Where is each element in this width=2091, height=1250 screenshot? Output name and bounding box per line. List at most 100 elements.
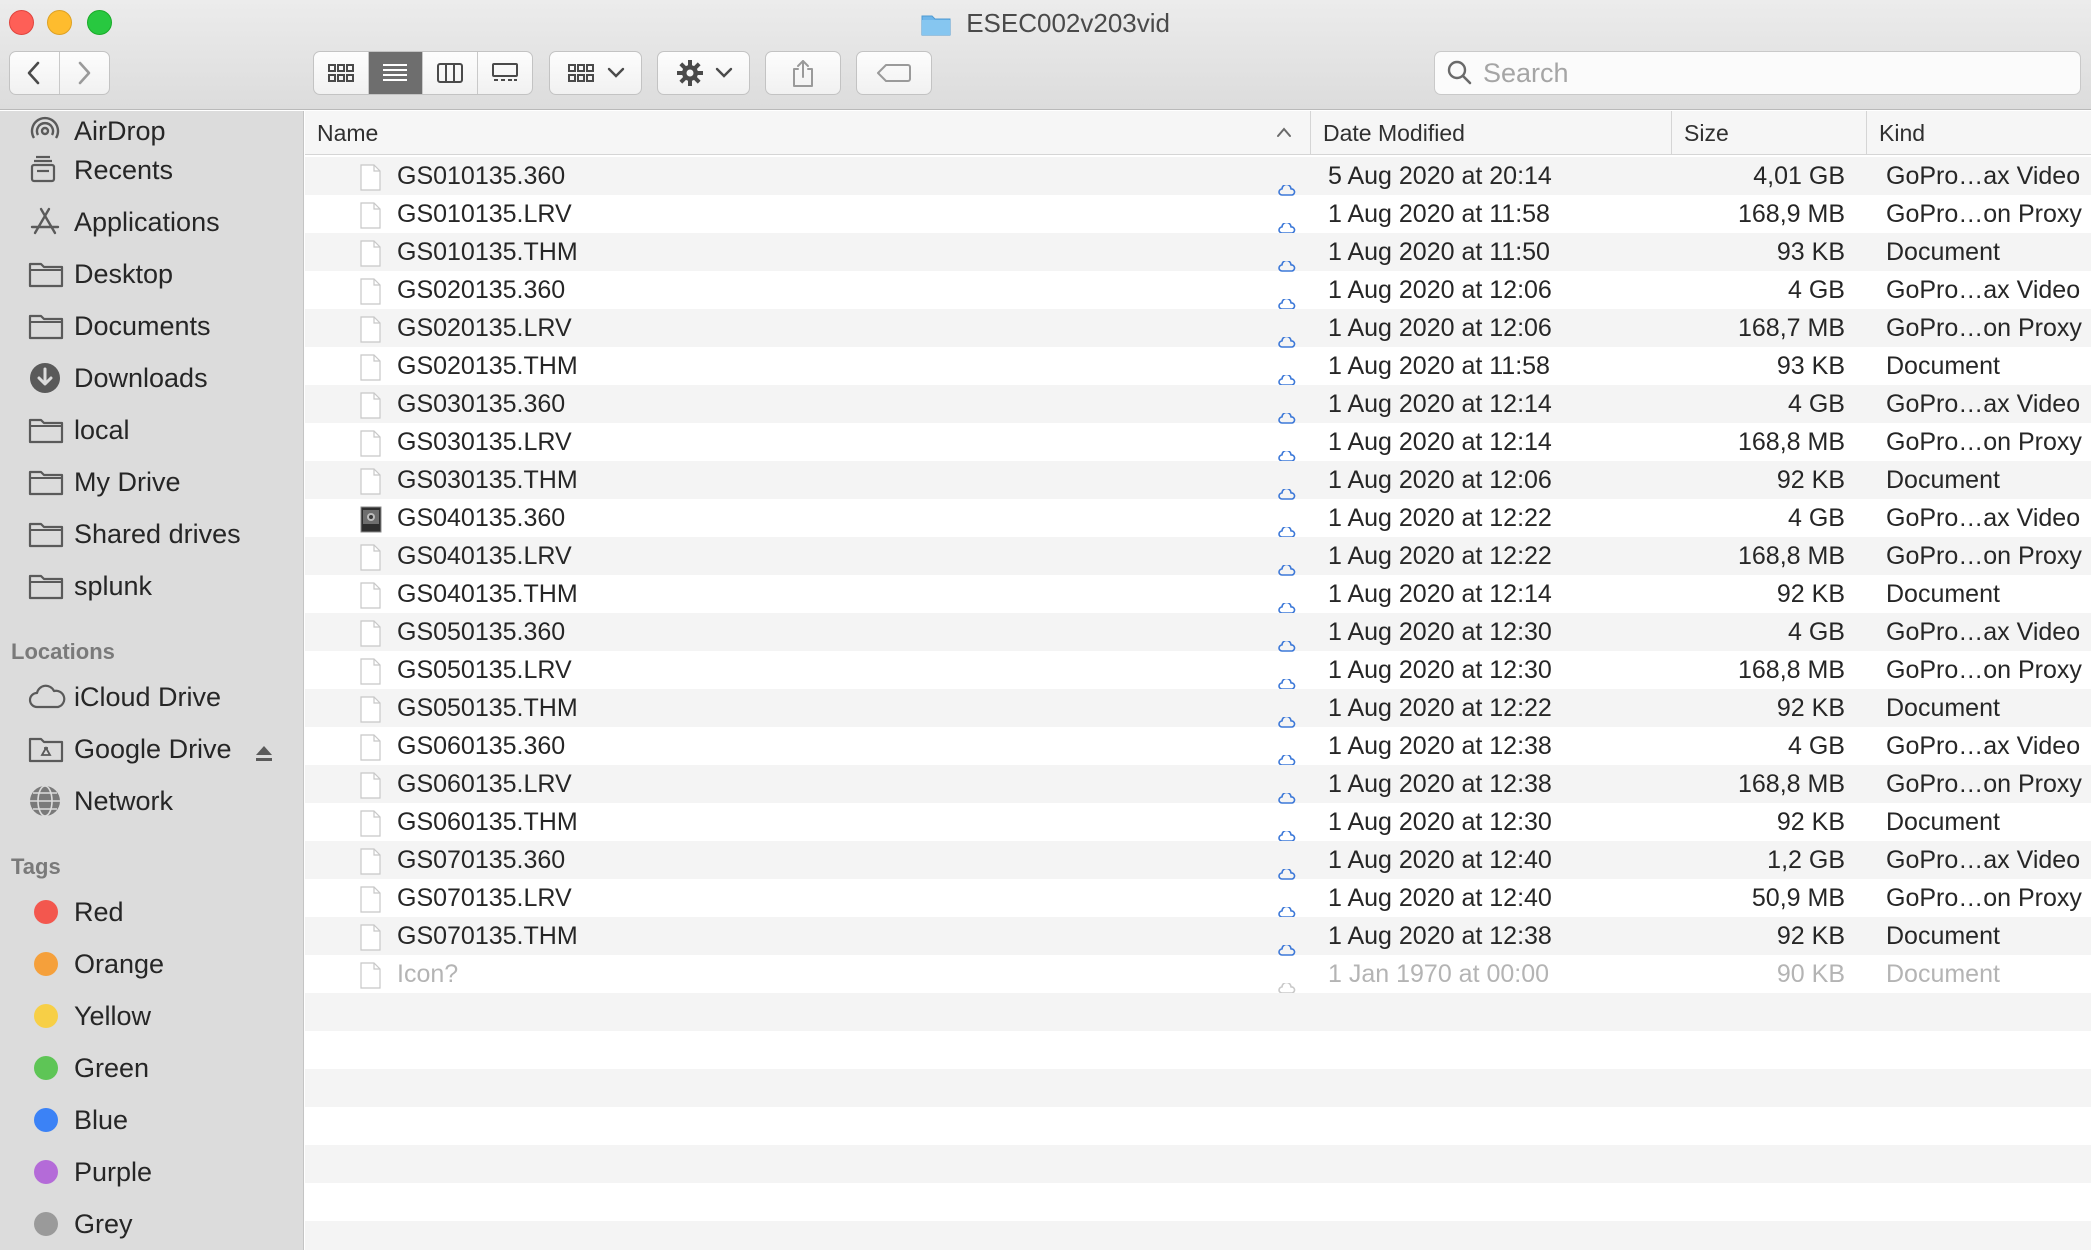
- file-row[interactable]: GS050135.360 1 Aug 2020 at 12:30 4 GB GoPro…: [305, 613, 2091, 652]
- back-button[interactable]: [10, 52, 60, 94]
- sidebar-item-my-drive[interactable]: My Drive: [0, 460, 303, 504]
- file-kind: GoPro…on Proxy: [1886, 770, 2082, 798]
- file-name: GS010135.LRV: [397, 200, 572, 228]
- green-tag-icon: [34, 1056, 58, 1080]
- sidebar-tag-grey[interactable]: Grey: [0, 1202, 303, 1246]
- share-icon: [793, 60, 813, 87]
- folder-icon: [28, 465, 66, 499]
- file-size: 168,8 MB: [1737, 428, 1845, 456]
- file-date-modified: 1 Aug 2020 at 12:38: [1328, 770, 1552, 798]
- file-row[interactable]: GS030135.LRV 1 Aug 2020 at 12:14 168,8 MB G…: [305, 423, 2091, 462]
- sidebar-item-splunk[interactable]: splunk: [0, 564, 303, 608]
- window-title-text: ESEC002v203vid: [966, 8, 1171, 38]
- file-row[interactable]: GS050135.LRV 1 Aug 2020 at 12:30 168,8 MB G…: [305, 651, 2091, 690]
- file-row[interactable]: Icon? 1 Jan 1970 at 00:00 90 KB Document: [305, 955, 2091, 994]
- sidebar-tag-red[interactable]: Red: [0, 890, 303, 934]
- file-size: 168,8 MB: [1737, 770, 1845, 798]
- icon-view-button[interactable]: [314, 52, 369, 94]
- file-row[interactable]: GS070135.LRV 1 Aug 2020 at 12:40 50,9 MB Go…: [305, 879, 2091, 918]
- list-icon: [383, 64, 408, 81]
- sidebar-item-network[interactable]: Network: [0, 779, 303, 823]
- sidebar-item-label: local: [74, 414, 130, 445]
- action-menu-button[interactable]: [657, 51, 750, 95]
- applications-icon: [28, 205, 66, 239]
- file-row[interactable]: GS060135.THM 1 Aug 2020 at 12:30 92 KB Docu…: [305, 803, 2091, 842]
- folder-icon: [28, 413, 66, 447]
- document-icon: [360, 848, 381, 875]
- sidebar-item-desktop[interactable]: Desktop: [0, 252, 303, 296]
- sidebar-item-label: Shared drives: [74, 518, 241, 549]
- file-row[interactable]: GS040135.LRV 1 Aug 2020 at 12:22 168,8 MB G…: [305, 537, 2091, 576]
- sidebar-item-icloud-drive[interactable]: iCloud Drive: [0, 675, 303, 719]
- file-row[interactable]: GS020135.THM 1 Aug 2020 at 11:58 93 KB Docu…: [305, 347, 2091, 386]
- sidebar-item-local[interactable]: local: [0, 408, 303, 452]
- file-date-modified: 1 Aug 2020 at 12:14: [1328, 580, 1552, 608]
- file-kind: Document: [1886, 694, 2000, 722]
- file-kind: GoPro…on Proxy: [1886, 884, 2082, 912]
- sidebar-item-label: Purple: [74, 1156, 153, 1187]
- column-header-name[interactable]: Name: [305, 111, 1310, 155]
- file-row[interactable]: GS010135.LRV 1 Aug 2020 at 11:58 168,9 MB G…: [305, 195, 2091, 234]
- sidebar-item-label: Network: [74, 785, 174, 816]
- file-row[interactable]: GS030135.THM 1 Aug 2020 at 12:06 92 KB Docu…: [305, 461, 2091, 500]
- file-size: 4 GB: [1788, 390, 1845, 418]
- columns-icon: [436, 63, 463, 83]
- sidebar-item-recents[interactable]: Recents: [0, 148, 303, 192]
- file-row[interactable]: GS020135.360 1 Aug 2020 at 12:06 4 GB GoPro…: [305, 271, 2091, 310]
- sidebar-item-label: iCloud Drive: [74, 681, 222, 712]
- sidebar-item-downloads[interactable]: Downloads: [0, 356, 303, 400]
- column-header-kind[interactable]: Kind: [1866, 111, 2091, 155]
- file-kind: GoPro…ax Video: [1886, 390, 2081, 418]
- sidebar-item-airdrop[interactable]: AirDrop: [0, 111, 303, 153]
- forward-button[interactable]: [60, 52, 110, 94]
- document-icon: [360, 772, 381, 799]
- file-date-modified: 1 Aug 2020 at 12:06: [1328, 314, 1552, 342]
- file-row[interactable]: GS060135.360 1 Aug 2020 at 12:38 4 GB GoPro…: [305, 727, 2091, 766]
- file-size: 168,7 MB: [1737, 314, 1845, 342]
- file-row[interactable]: GS070135.360 1 Aug 2020 at 12:40 1,2 GB GoP…: [305, 841, 2091, 880]
- file-row[interactable]: GS060135.LRV 1 Aug 2020 at 12:38 168,8 MB G…: [305, 765, 2091, 804]
- sidebar-tag-green[interactable]: Green: [0, 1046, 303, 1090]
- sidebar-item-label: Red: [74, 896, 124, 927]
- file-row[interactable]: GS040135.THM 1 Aug 2020 at 12:14 92 KB Docu…: [305, 575, 2091, 614]
- document-icon: [360, 658, 381, 685]
- file-row[interactable]: GS050135.THM 1 Aug 2020 at 12:22 92 KB Docu…: [305, 689, 2091, 728]
- file-name: GS010135.THM: [397, 238, 578, 266]
- file-list: Name Date Modified Size Kind GS010135.36…: [305, 111, 2091, 1250]
- gallery-view-button[interactable]: [478, 52, 533, 94]
- column-header-date-modified[interactable]: Date Modified: [1310, 111, 1676, 155]
- sidebar: AirDrop Recents Applications Desktop Doc…: [0, 111, 304, 1250]
- eject-icon[interactable]: [254, 739, 274, 770]
- blue-tag-icon: [34, 1108, 58, 1132]
- folder-icon: [28, 309, 66, 343]
- sidebar-item-label: Grey: [74, 1208, 133, 1239]
- sidebar-item-label: AirDrop: [74, 115, 166, 146]
- file-date-modified: 5 Aug 2020 at 20:14: [1328, 162, 1552, 190]
- sidebar-tag-yellow[interactable]: Yellow: [0, 994, 303, 1038]
- chevron-right-icon: [78, 61, 91, 85]
- share-button[interactable]: [765, 51, 841, 95]
- edit-tags-button[interactable]: [856, 51, 932, 95]
- search-field[interactable]: Search: [1434, 51, 2081, 95]
- file-row[interactable]: GS020135.LRV 1 Aug 2020 at 12:06 168,7 MB G…: [305, 309, 2091, 348]
- sidebar-item-shared-drives[interactable]: Shared drives: [0, 512, 303, 556]
- sidebar-item-applications[interactable]: Applications: [0, 200, 303, 244]
- file-row[interactable]: GS030135.360 1 Aug 2020 at 12:14 4 GB GoPro…: [305, 385, 2091, 424]
- sidebar-item-documents[interactable]: Documents: [0, 304, 303, 348]
- sidebar-item-google-drive[interactable]: Google Drive: [0, 727, 303, 771]
- list-view-button[interactable]: [368, 52, 423, 94]
- file-kind: GoPro…ax Video: [1886, 732, 2081, 760]
- file-row[interactable]: GS010135.THM 1 Aug 2020 at 11:50 93 KB Docu…: [305, 233, 2091, 272]
- file-row[interactable]: GS010135.360 5 Aug 2020 at 20:14 4,01 GB Go…: [305, 157, 2091, 196]
- network-icon: [28, 784, 66, 818]
- file-row[interactable]: GS040135.360 1 Aug 2020 at 12:22 4 GB GoPro…: [305, 499, 2091, 538]
- column-header-size[interactable]: Size: [1671, 111, 1866, 155]
- group-by-button[interactable]: [549, 51, 642, 95]
- column-view-button[interactable]: [423, 52, 478, 94]
- sidebar-tag-blue[interactable]: Blue: [0, 1098, 303, 1142]
- file-kind: Document: [1886, 960, 2000, 988]
- file-row[interactable]: GS070135.THM 1 Aug 2020 at 12:38 92 KB Docu…: [305, 917, 2091, 956]
- sidebar-tag-purple[interactable]: Purple: [0, 1150, 303, 1194]
- empty-row: [305, 1107, 2091, 1145]
- sidebar-tag-orange[interactable]: Orange: [0, 942, 303, 986]
